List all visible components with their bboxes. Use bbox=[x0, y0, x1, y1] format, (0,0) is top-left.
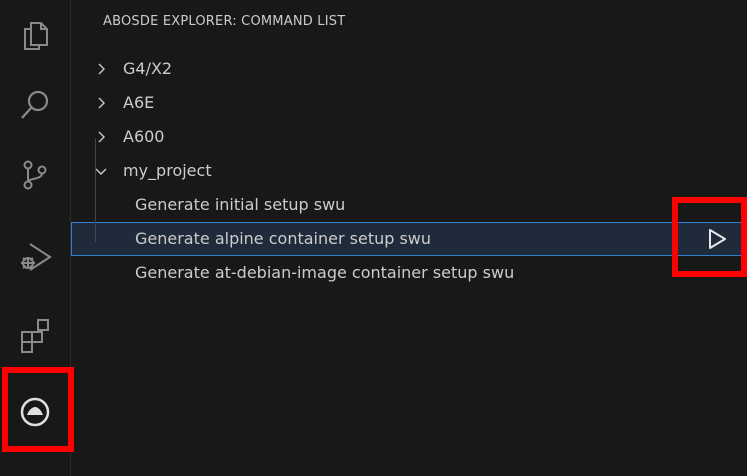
tree-item-a600[interactable]: A600 bbox=[71, 120, 747, 154]
tree-item-label: A6E bbox=[123, 93, 155, 112]
source-control-icon bbox=[23, 160, 47, 190]
command-label: Generate initial setup swu bbox=[135, 195, 346, 214]
command-item-initial-setup[interactable]: Generate initial setup swu bbox=[71, 188, 747, 222]
command-item-debian-image-container[interactable]: Generate at-debian-image container setup… bbox=[71, 256, 747, 290]
extensions-icon bbox=[21, 319, 49, 353]
play-icon bbox=[709, 229, 726, 249]
command-label: Generate alpine container setup swu bbox=[135, 229, 432, 248]
files-icon bbox=[24, 22, 48, 50]
tree-item-my-project[interactable]: my_project bbox=[71, 154, 747, 188]
tree-item-g4x2[interactable]: G4/X2 bbox=[71, 52, 747, 86]
tree-item-label: my_project bbox=[123, 161, 212, 180]
panel-title: ABOSDE EXPLORER: COMMAND LIST bbox=[103, 14, 346, 29]
source-control-button[interactable] bbox=[0, 140, 70, 210]
run-debug-button[interactable] bbox=[0, 222, 70, 292]
tree-item-label: A600 bbox=[123, 127, 165, 146]
explorer-button[interactable] bbox=[0, 0, 70, 70]
indent-guide bbox=[95, 138, 96, 242]
command-item-alpine-container[interactable]: Generate alpine container setup swu bbox=[71, 222, 747, 256]
command-tree: G4/X2 A6E A600 my_project Generate initi… bbox=[71, 52, 747, 290]
activity-bar bbox=[0, 0, 74, 476]
search-icon bbox=[21, 90, 49, 119]
tree-item-a6e[interactable]: A6E bbox=[71, 86, 747, 120]
command-label: Generate at-debian-image container setup… bbox=[135, 263, 515, 282]
tree-item-label: G4/X2 bbox=[123, 59, 173, 78]
run-debug-icon bbox=[21, 243, 52, 271]
chevron-right-icon bbox=[91, 52, 111, 86]
explorer-panel: ABOSDE EXPLORER: COMMAND LIST G4/X2 A6E … bbox=[71, 0, 747, 476]
chevron-right-icon bbox=[91, 120, 111, 154]
abosde-icon bbox=[20, 397, 50, 427]
search-button[interactable] bbox=[0, 70, 70, 140]
chevron-down-icon bbox=[91, 154, 111, 188]
chevron-right-icon bbox=[91, 86, 111, 120]
abosde-button[interactable] bbox=[0, 377, 70, 447]
extensions-button[interactable] bbox=[0, 300, 70, 370]
run-command-button[interactable] bbox=[697, 222, 737, 256]
